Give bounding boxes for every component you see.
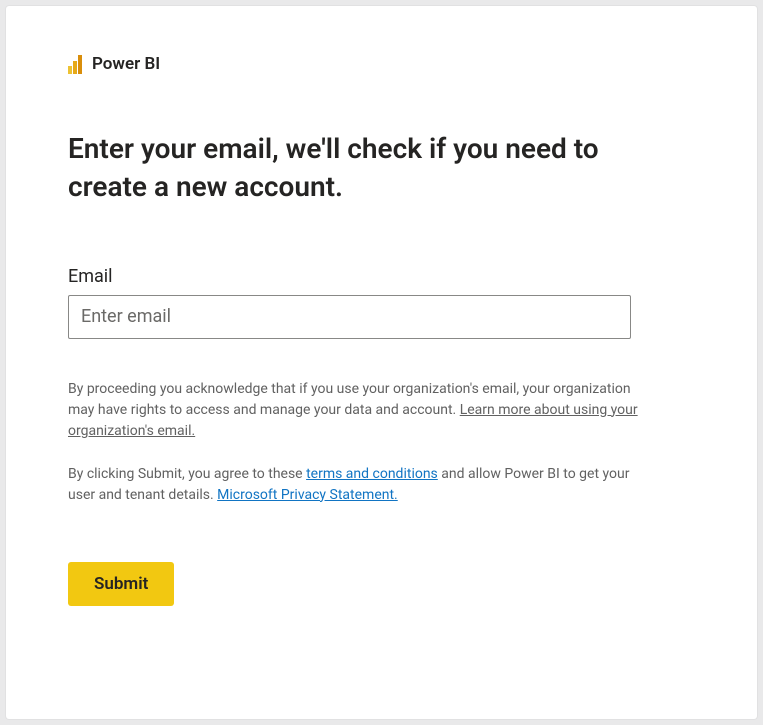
email-label: Email bbox=[68, 266, 695, 287]
terms-link[interactable]: terms and conditions bbox=[306, 466, 438, 482]
page-heading: Enter your email, we'll check if you nee… bbox=[68, 130, 628, 206]
privacy-link[interactable]: Microsoft Privacy Statement. bbox=[217, 487, 398, 503]
disclaimer-block: By proceeding you acknowledge that if yo… bbox=[68, 379, 638, 506]
brand-header: Power BI bbox=[68, 54, 695, 74]
disclaimer-terms: By clicking Submit, you agree to these t… bbox=[68, 464, 638, 506]
powerbi-icon bbox=[68, 54, 84, 74]
disclaimer-terms-text-a: By clicking Submit, you agree to these bbox=[68, 466, 306, 482]
email-input[interactable] bbox=[68, 295, 631, 339]
brand-name: Power BI bbox=[92, 54, 160, 74]
signup-card: Power BI Enter your email, we'll check i… bbox=[6, 6, 757, 719]
disclaimer-org: By proceeding you acknowledge that if yo… bbox=[68, 379, 638, 442]
submit-button[interactable]: Submit bbox=[68, 562, 174, 606]
